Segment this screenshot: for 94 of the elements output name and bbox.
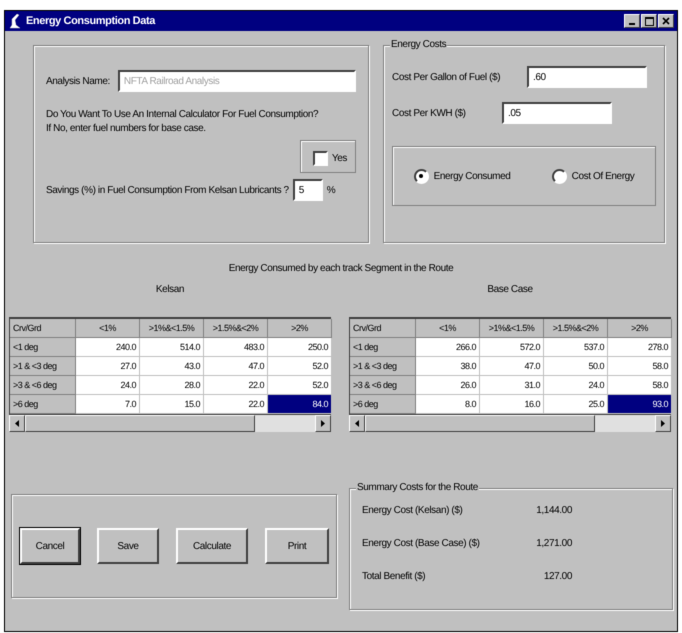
cost-field[interactable]: .05 bbox=[502, 102, 612, 124]
column-header: >1.5%&<2% bbox=[204, 319, 268, 338]
grid-cell[interactable]: 572.0 bbox=[480, 338, 544, 357]
summary-label: Energy Cost (Base Case) ($) bbox=[362, 538, 481, 549]
row-header: >1 & <3 deg bbox=[350, 357, 416, 376]
cost-label: Cost Per KWH ($) bbox=[392, 108, 467, 118]
minimize-button[interactable] bbox=[624, 14, 640, 28]
grid-cell[interactable]: 22.0 bbox=[204, 376, 268, 395]
grid-cell[interactable]: 28.0 bbox=[140, 376, 204, 395]
grid-cell[interactable]: 43.0 bbox=[140, 357, 204, 376]
left-arrow-icon[interactable] bbox=[355, 420, 359, 427]
group-title: Energy Costs bbox=[390, 39, 448, 50]
grid-cell[interactable]: 47.0 bbox=[204, 357, 268, 376]
radio-label: Energy Consumed bbox=[434, 170, 510, 182]
analysis-name-label: Analysis Name: bbox=[46, 76, 110, 86]
grid-cell[interactable]: 25.0 bbox=[544, 395, 608, 414]
row-header: >3 & <6 deg bbox=[10, 376, 76, 395]
summary-label: Energy Cost (Kelsan) ($) bbox=[362, 505, 464, 516]
radio-button[interactable] bbox=[552, 168, 567, 184]
dialog-button[interactable]: Calculate bbox=[176, 528, 248, 564]
savings-label: Savings (%) in Fuel Consumption From Kelsan Lubricants ? bbox=[46, 184, 289, 196]
column-header: >1.5%&<2% bbox=[544, 319, 608, 338]
left-arrow-icon[interactable] bbox=[15, 420, 19, 427]
column-header: Crv/Grd bbox=[350, 319, 416, 338]
group-title: Summary Costs for the Route bbox=[356, 482, 479, 493]
checkbox-label: Yes bbox=[332, 153, 347, 164]
row-header: >6 deg bbox=[350, 395, 416, 414]
row-header: <1 deg bbox=[350, 338, 416, 357]
right-arrow-icon[interactable] bbox=[321, 420, 325, 427]
grid-cell[interactable]: 22.0 bbox=[204, 395, 268, 414]
summary-label: Total Benefit ($) bbox=[362, 571, 426, 582]
column-header: >1%&<1.5% bbox=[480, 319, 544, 338]
horizontal-scrollbar[interactable] bbox=[349, 414, 671, 432]
close-icon bbox=[662, 17, 670, 25]
grid-cell[interactable]: 7.0 bbox=[76, 395, 140, 414]
grid-cell[interactable]: 26.0 bbox=[416, 376, 480, 395]
grid-cell[interactable]: 15.0 bbox=[140, 395, 204, 414]
calculator-question: Do You Want To Use An Internal Calculator For Fuel Consumption? bbox=[46, 108, 320, 122]
grid-cell[interactable]: 8.0 bbox=[416, 395, 480, 414]
grid-cell[interactable]: 240.0 bbox=[76, 338, 140, 357]
radio-label: Cost Of Energy bbox=[572, 170, 634, 182]
grid-cell[interactable]: 16.0 bbox=[480, 395, 544, 414]
column-header: <1% bbox=[76, 319, 140, 338]
summary-value: 1,271.00 bbox=[535, 538, 572, 549]
cost-label: Cost Per Gallon of Fuel ($) bbox=[392, 72, 502, 82]
grid-cell[interactable]: 27.0 bbox=[76, 357, 140, 376]
grid-cell[interactable]: 250.0 bbox=[268, 338, 332, 357]
grid-cell[interactable]: 31.0 bbox=[480, 376, 544, 395]
grid-cell[interactable]: 93.0 bbox=[608, 395, 672, 414]
calculator-hint: If No, enter fuel numbers for base case. bbox=[46, 122, 207, 136]
window-title: Energy Consumption Data bbox=[26, 15, 156, 27]
radio-button[interactable] bbox=[414, 168, 429, 184]
dialog-button[interactable]: Cancel bbox=[20, 528, 80, 564]
horizontal-scrollbar[interactable] bbox=[9, 414, 331, 432]
grid-cell[interactable]: 537.0 bbox=[544, 338, 608, 357]
row-header: >1 & <3 deg bbox=[10, 357, 76, 376]
grid-cell[interactable]: 24.0 bbox=[76, 376, 140, 395]
grid-title: Kelsan bbox=[154, 284, 186, 295]
grid-cell[interactable]: 483.0 bbox=[204, 338, 268, 357]
grid-cell[interactable]: 47.0 bbox=[480, 357, 544, 376]
column-header: >2% bbox=[608, 319, 672, 338]
grid-cell[interactable]: 24.0 bbox=[544, 376, 608, 395]
row-header: >6 deg bbox=[10, 395, 76, 414]
grid-cell[interactable]: 58.0 bbox=[608, 376, 672, 395]
column-header: >2% bbox=[268, 319, 332, 338]
grid-cell[interactable]: 58.0 bbox=[608, 357, 672, 376]
row-header: >3 & <6 deg bbox=[350, 376, 416, 395]
app-icon bbox=[8, 13, 22, 29]
grid-cell[interactable]: 52.0 bbox=[268, 376, 332, 395]
right-arrow-icon[interactable] bbox=[661, 420, 665, 427]
row-header: <1 deg bbox=[10, 338, 76, 357]
dialog-button[interactable]: Save bbox=[97, 528, 159, 564]
grid-cell[interactable]: 278.0 bbox=[608, 338, 672, 357]
summary-value: 127.00 bbox=[542, 571, 572, 582]
maximize-button[interactable] bbox=[641, 14, 657, 28]
column-header: <1% bbox=[416, 319, 480, 338]
grid-cell[interactable]: 514.0 bbox=[140, 338, 204, 357]
column-header: Crv/Grd bbox=[10, 319, 76, 338]
grid-cell[interactable]: 266.0 bbox=[416, 338, 480, 357]
dialog-button[interactable]: Print bbox=[265, 528, 329, 564]
grid-title: Base Case bbox=[486, 284, 534, 295]
grids-heading: Energy Consumed by each track Segment in the Route bbox=[228, 263, 454, 274]
grid-cell[interactable]: 52.0 bbox=[268, 357, 332, 376]
yes-checkbox[interactable] bbox=[312, 151, 328, 166]
percent-label: % bbox=[326, 184, 336, 196]
summary-value: 1,144.00 bbox=[535, 505, 572, 516]
column-header: >1%&<1.5% bbox=[140, 319, 204, 338]
grid-cell[interactable]: 38.0 bbox=[416, 357, 480, 376]
close-button[interactable] bbox=[658, 14, 674, 28]
maximize-icon bbox=[644, 16, 654, 26]
cost-field[interactable]: .60 bbox=[527, 66, 647, 88]
grid-cell[interactable]: 84.0 bbox=[268, 395, 332, 414]
savings-field[interactable]: 5 bbox=[292, 179, 323, 201]
grid-cell[interactable]: 50.0 bbox=[544, 357, 608, 376]
